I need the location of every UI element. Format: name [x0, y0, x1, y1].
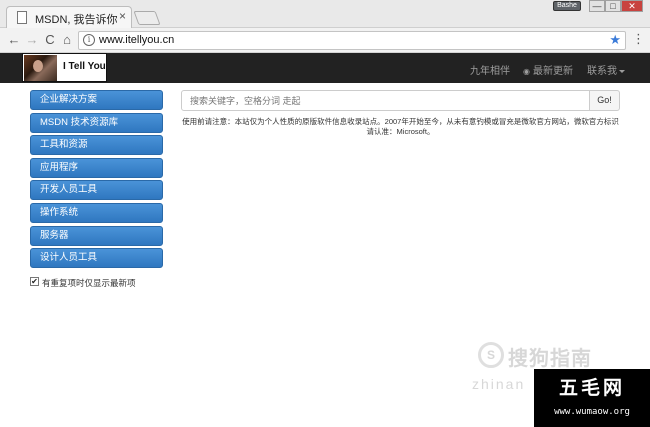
wumao-watermark: 五毛网 www.wumaow.org	[534, 369, 650, 427]
browser-toolbar: ← → C ⌂ i www.itellyou.cn ★ ⋮	[0, 28, 650, 53]
rss-icon: ◉	[523, 67, 530, 76]
close-window-button[interactable]: ✕	[621, 0, 643, 12]
new-tab-button[interactable]	[133, 11, 161, 25]
latest-only-label[interactable]: 有重复项时仅显示最新项	[42, 277, 136, 289]
home-button[interactable]: ⌂	[59, 31, 75, 49]
chevron-down-icon	[619, 69, 625, 73]
sidebar-item-tools-resources[interactable]: 工具和资源	[30, 135, 163, 156]
maximize-button[interactable]: □	[605, 0, 621, 12]
nav-link-label: 联系我	[587, 66, 617, 77]
sogou-logo-icon: S	[478, 342, 504, 368]
info-icon[interactable]: i	[83, 34, 95, 46]
profile-badge[interactable]: Bashe	[553, 1, 581, 11]
minimize-button[interactable]: —	[589, 0, 605, 12]
tab-close-icon[interactable]: ×	[119, 9, 126, 23]
browser-titlebar: MSDN, 我告诉你 × Bashe — □ ✕	[0, 0, 650, 29]
forward-button[interactable]: →	[24, 31, 40, 49]
url-text[interactable]: www.itellyou.cn	[99, 34, 174, 46]
nav-link-nine-years[interactable]: 九年相伴	[470, 62, 510, 77]
page-icon	[17, 11, 27, 24]
category-sidebar: 企业解决方案 MSDN 技术资源库 工具和资源 应用程序 开发人员工具 操作系统…	[30, 90, 163, 271]
latest-only-checkbox[interactable]: ✔	[30, 277, 39, 286]
nav-link-contact[interactable]: 联系我	[587, 62, 625, 77]
wumao-watermark-title: 五毛网	[558, 377, 625, 399]
tab-title: MSDN, 我告诉你	[35, 14, 118, 26]
sogou-watermark-subtext: zhinan	[472, 376, 526, 392]
sidebar-item-applications[interactable]: 应用程序	[30, 157, 163, 178]
site-navbar: I Tell You 九年相伴 ◉ 最新更新 联系我	[0, 53, 650, 83]
sogou-watermark-text: 搜狗指南	[508, 348, 592, 370]
address-bar[interactable]: i www.itellyou.cn ★	[78, 31, 626, 50]
nav-link-label: 九年相伴	[470, 66, 510, 77]
search-go-button[interactable]: Go!	[589, 90, 620, 111]
sidebar-item-servers[interactable]: 服务器	[30, 225, 163, 246]
logo-text: I Tell You	[63, 61, 106, 72]
browser-menu-icon[interactable]: ⋮	[632, 31, 645, 47]
usage-notice: 使用前请注意：本站仅为个人性质的原版软件信息收录站点。2007年开始至今，从未有…	[182, 117, 619, 136]
logo-photo	[24, 55, 57, 81]
nav-link-latest-updates[interactable]: ◉ 最新更新	[523, 62, 573, 77]
sidebar-item-designer-tools[interactable]: 设计人员工具	[30, 248, 163, 269]
search-input[interactable]	[181, 90, 590, 111]
site-logo[interactable]: I Tell You	[22, 53, 107, 82]
sidebar-item-enterprise[interactable]: 企业解决方案	[30, 90, 163, 110]
sidebar-item-msdn-library[interactable]: MSDN 技术资源库	[30, 112, 163, 133]
nav-link-label: 最新更新	[533, 66, 573, 77]
wumao-watermark-url: www.wumaow.org	[554, 407, 630, 417]
reload-button[interactable]: C	[42, 31, 58, 49]
back-button[interactable]: ←	[6, 31, 22, 49]
bookmark-star-icon[interactable]: ★	[609, 32, 621, 48]
sidebar-item-developer-tools[interactable]: 开发人员工具	[30, 180, 163, 201]
sidebar-item-operating-systems[interactable]: 操作系统	[30, 202, 163, 223]
browser-tab[interactable]: MSDN, 我告诉你 ×	[6, 6, 132, 29]
